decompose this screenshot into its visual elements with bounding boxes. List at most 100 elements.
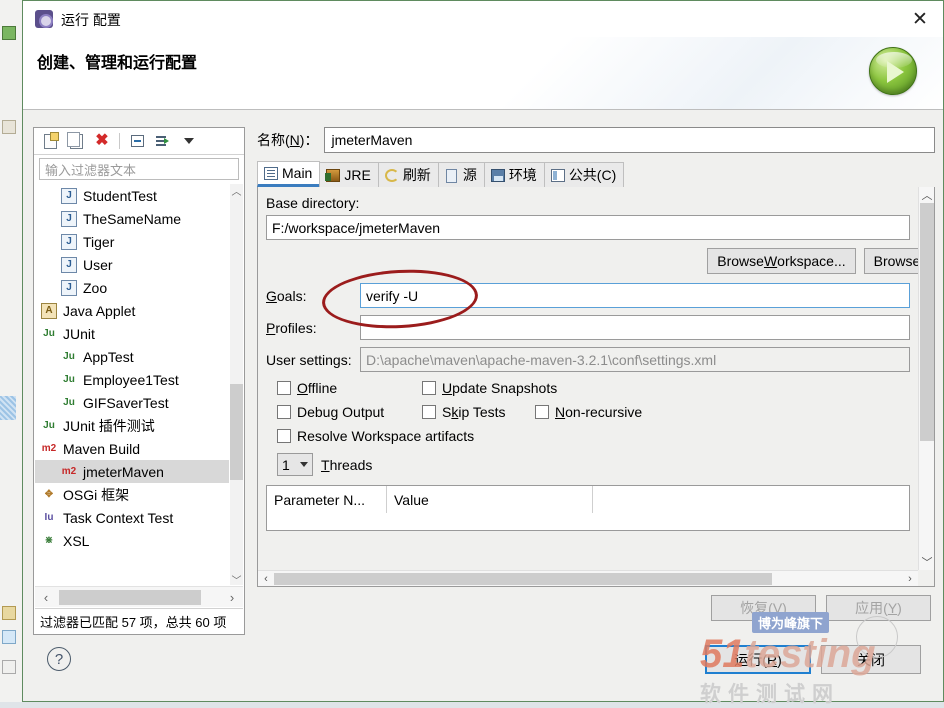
- parameters-table[interactable]: Parameter N... Value: [266, 485, 910, 531]
- tab-main[interactable]: Main: [257, 161, 321, 187]
- threads-label: Threads: [321, 456, 373, 473]
- task-context-icon: Iu: [44, 512, 54, 523]
- threads-value: 1: [282, 456, 290, 473]
- scroll-up-icon[interactable]: ︿: [919, 187, 934, 203]
- profiles-input[interactable]: [360, 315, 910, 340]
- tree-item-tiger[interactable]: J Tiger: [35, 230, 243, 253]
- help-icon[interactable]: ?: [47, 647, 71, 671]
- environment-tab-icon: [490, 168, 505, 182]
- tree-item-xsl[interactable]: ⋇ XSL: [35, 529, 243, 552]
- tab-jre[interactable]: JRE: [319, 162, 379, 187]
- configurations-tree[interactable]: J StudentTest J TheSameName J Tiger J User J Zoo A…: [35, 184, 243, 585]
- tab-刷新[interactable]: 刷新: [377, 162, 439, 187]
- threads-row: 1 Threads: [277, 453, 918, 476]
- skip-tests-checkbox[interactable]: Skip Tests: [422, 404, 535, 420]
- delete-configuration-button[interactable]: ✖: [90, 130, 114, 152]
- offline-checkbox[interactable]: Offline: [277, 380, 422, 396]
- main-tab-content: Base directory: F:/workspace/jmeterMaven…: [258, 187, 934, 570]
- tree-item-label: GIFSaverTest: [83, 394, 169, 411]
- table-header-parameter-name: Parameter N...: [267, 486, 387, 513]
- revert-button[interactable]: 恢复(V): [711, 595, 816, 621]
- update-snapshots-checkbox[interactable]: Update Snapshots: [422, 380, 557, 396]
- tree-item-studenttest[interactable]: J StudentTest: [35, 184, 243, 207]
- tree-item-maven-build[interactable]: m2 Maven Build: [35, 437, 243, 460]
- tree-item-label: Zoo: [83, 279, 108, 296]
- name-input[interactable]: jmeterMaven: [324, 127, 935, 153]
- tree-item-junit[interactable]: Ju JUnit: [35, 322, 243, 345]
- base-directory-input[interactable]: F:/workspace/jmeterMaven: [266, 215, 910, 240]
- collapse-all-button[interactable]: [125, 130, 149, 152]
- view-menu-button[interactable]: [177, 130, 201, 152]
- checkbox-row-3: Resolve Workspace artifacts: [277, 428, 918, 444]
- background-icon-4: [2, 630, 16, 644]
- tree-item-zoo[interactable]: J Zoo: [35, 276, 243, 299]
- tree-item-task-context-test[interactable]: Iu Task Context Test: [35, 506, 243, 529]
- maven-icon: m2: [41, 443, 57, 454]
- scroll-down-icon[interactable]: ﹀: [230, 572, 243, 587]
- tree-item-junit-插件测试[interactable]: Ju JUnit 插件测试: [35, 414, 243, 437]
- maven-icon: m2: [61, 466, 77, 477]
- tree-item-employee1test[interactable]: Ju Employee1Test: [35, 368, 243, 391]
- tree-item-apptest[interactable]: Ju AppTest: [35, 345, 243, 368]
- checkbox-box: [277, 381, 291, 395]
- panel-vertical-scrollbar[interactable]: ︿ ﹀: [918, 187, 934, 570]
- tree-item-label: JUnit: [63, 325, 95, 342]
- panel-scroll-thumb[interactable]: [920, 203, 934, 441]
- tree-toolbar: ✖: [34, 128, 244, 155]
- background-window-strip: [0, 0, 22, 702]
- tree-item-thesamename[interactable]: J TheSameName: [35, 207, 243, 230]
- non-recursive-checkbox[interactable]: Non-recursive: [535, 404, 642, 420]
- tab-环境[interactable]: 环境: [483, 162, 545, 187]
- scroll-right-icon[interactable]: ›: [902, 573, 918, 585]
- background-icon-3: [2, 606, 16, 620]
- java-application-icon: J: [61, 279, 77, 296]
- tree-vertical-scrollbar[interactable]: ︿ ﹀: [230, 183, 243, 587]
- xsl-icon: ⋇: [44, 535, 54, 546]
- tree-horizontal-scrollbar[interactable]: ‹ ›: [35, 586, 243, 607]
- tree-hscroll-thumb[interactable]: [59, 589, 201, 605]
- duplicate-configuration-icon: [66, 131, 83, 149]
- threads-spinner[interactable]: 1: [277, 453, 313, 476]
- tree-scroll-thumb[interactable]: [230, 384, 243, 480]
- duplicate-configuration-button[interactable]: [64, 130, 88, 152]
- tree-item-label: StudentTest: [83, 187, 157, 204]
- checkbox-box: [277, 429, 291, 443]
- browse-buttons-row: Browse Workspace... Browse File S: [266, 248, 934, 274]
- scroll-right-icon[interactable]: ›: [221, 590, 243, 605]
- source-tab-icon: [445, 168, 459, 183]
- tree-item-gifsavertest[interactable]: Ju GIFSaverTest: [35, 391, 243, 414]
- panel-hscroll-thumb[interactable]: [274, 572, 772, 585]
- close-icon[interactable]: ✕: [897, 1, 943, 37]
- scroll-down-icon[interactable]: ﹀: [919, 554, 934, 570]
- background-selection-marker: [0, 396, 16, 420]
- junit-icon: Ju: [63, 374, 75, 385]
- filter-placeholder: 输入过滤器文本: [45, 162, 137, 178]
- dialog-title: 运行 配置: [61, 12, 121, 28]
- tree-item-user[interactable]: J User: [35, 253, 243, 276]
- tab-label: 环境: [508, 167, 537, 183]
- page-title: 创建、管理和运行配置: [37, 55, 198, 72]
- junit-icon: Ju: [63, 351, 75, 362]
- scroll-up-icon[interactable]: ︿: [230, 183, 243, 198]
- user-settings-input[interactable]: D:\apache\maven\apache-maven-3.2.1\conf\…: [360, 347, 910, 372]
- goals-input[interactable]: verify -U: [360, 283, 910, 308]
- filter-button[interactable]: [151, 130, 175, 152]
- background-icon-2: [2, 120, 16, 134]
- new-configuration-button[interactable]: [38, 130, 62, 152]
- scroll-left-icon[interactable]: ‹: [258, 573, 274, 585]
- filter-input[interactable]: 输入过滤器文本: [39, 158, 239, 180]
- tree-item-label: jmeterMaven: [83, 463, 164, 480]
- tab-公共c[interactable]: 公共(C): [543, 162, 625, 187]
- panel-horizontal-scrollbar[interactable]: ‹ ›: [258, 570, 918, 586]
- tab-源[interactable]: 源: [437, 162, 485, 187]
- debug-output-checkbox[interactable]: Debug Output: [277, 404, 422, 420]
- run-button[interactable]: 运行(R): [705, 645, 811, 674]
- resolve-workspace-artifacts-checkbox[interactable]: Resolve Workspace artifacts: [277, 428, 474, 444]
- browse-workspace-button[interactable]: Browse Workspace...: [707, 248, 856, 274]
- scroll-left-icon[interactable]: ‹: [35, 590, 57, 605]
- tree-item-java-applet[interactable]: A Java Applet: [35, 299, 243, 322]
- main-tab-panel: Base directory: F:/workspace/jmeterMaven…: [257, 187, 935, 587]
- tree-item-jmetermaven[interactable]: m2 jmeterMaven: [35, 460, 229, 483]
- tree-item-osgi-框架[interactable]: ✥ OSGi 框架: [35, 483, 243, 506]
- background-icon-5: [2, 660, 16, 674]
